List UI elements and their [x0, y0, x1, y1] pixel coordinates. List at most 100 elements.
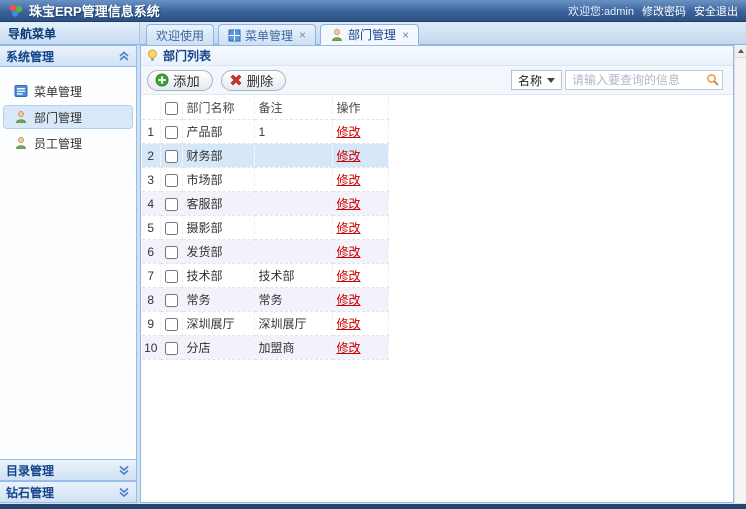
tab-welcome[interactable]: 欢迎使用 — [146, 24, 215, 45]
main-area: 部门列表 添加 删除 名称 请输入要查询的信息 部门名称 备注 操作 1 产品部… — [140, 45, 746, 503]
row-number: 6 — [142, 239, 161, 264]
modify-link[interactable]: 修改 — [337, 293, 361, 307]
sidebar-section-system-mgmt[interactable]: 系统管理 — [0, 45, 137, 67]
sidebar-items: 菜单管理 部门管理 员工管理 — [0, 67, 137, 459]
search-field-label: 名称 — [517, 73, 542, 88]
tab-label: 菜单管理 — [245, 28, 294, 43]
add-button-label: 添加 — [173, 73, 200, 89]
action-cell: 修改 — [332, 191, 389, 216]
modify-link[interactable]: 修改 — [337, 149, 361, 163]
dept-name-cell: 常务 — [182, 287, 255, 312]
sidebar-item-menu-mgmt[interactable]: 菜单管理 — [3, 79, 133, 103]
remark-cell — [254, 215, 333, 240]
tab-dept-mgmt[interactable]: 部门管理 × — [320, 24, 420, 45]
chevron-down-icon[interactable] — [118, 464, 130, 476]
add-button[interactable]: 添加 — [147, 69, 213, 91]
dept-name-cell: 摄影部 — [182, 215, 255, 240]
change-password-link[interactable]: 修改密码 — [642, 3, 686, 19]
table-row[interactable]: 4 客服部 修改 — [142, 191, 389, 216]
table-area: 部门名称 备注 操作 1 产品部 1 修改 2 财务部 修改 3 市场部 修改 4 客服部 修改 5 摄影部 修改 6… — [141, 95, 733, 502]
table-row[interactable]: 1 产品部 1 修改 — [142, 119, 389, 144]
header-col-0: 部门名称 — [182, 96, 255, 120]
body: 系统管理 菜单管理 部门管理 员工管理 目录管理 钻石管理 部门列表 添加 删除… — [0, 45, 746, 503]
row-checkbox[interactable] — [164, 341, 178, 355]
remark-cell: 1 — [254, 119, 333, 144]
close-icon[interactable]: × — [402, 29, 409, 41]
row-checkbox[interactable] — [164, 173, 178, 187]
search-area: 名称 — [510, 70, 727, 90]
table-row[interactable]: 5 摄影部 修改 — [142, 215, 389, 240]
row-checkbox-cell — [160, 191, 183, 216]
scroll-up-button[interactable] — [735, 45, 746, 58]
select-all-checkbox[interactable] — [164, 101, 178, 115]
remark-cell — [254, 167, 333, 192]
row-checkbox-cell — [160, 239, 183, 264]
sidebar-item-staff-mgmt[interactable]: 员工管理 — [3, 131, 133, 155]
dept-name-cell: 客服部 — [182, 191, 255, 216]
search-field-select[interactable]: 名称 — [510, 70, 562, 90]
chevron-up-icon[interactable] — [118, 50, 130, 62]
chevron-down-icon[interactable] — [118, 486, 130, 498]
modify-link[interactable]: 修改 — [337, 317, 361, 331]
table-row[interactable]: 10 分店 加盟商 修改 — [142, 335, 389, 360]
row-checkbox-cell — [160, 119, 183, 144]
table-row[interactable]: 7 技术部 技术部 修改 — [142, 263, 389, 288]
row-checkbox[interactable] — [164, 197, 178, 211]
row-checkbox[interactable] — [164, 149, 178, 163]
table-row[interactable]: 3 市场部 修改 — [142, 167, 389, 192]
modify-link[interactable]: 修改 — [337, 269, 361, 283]
table-row[interactable]: 2 财务部 修改 — [142, 143, 389, 168]
row-checkbox[interactable] — [164, 317, 178, 331]
dept-name-cell: 深圳展厅 — [182, 311, 255, 336]
row-checkbox[interactable] — [164, 293, 178, 307]
row-number: 2 — [142, 143, 161, 168]
modify-link[interactable]: 修改 — [337, 245, 361, 259]
add-icon — [155, 73, 169, 87]
modify-link[interactable]: 修改 — [337, 197, 361, 211]
triangle-up-icon — [737, 49, 744, 53]
panel-title: 部门列表 — [163, 49, 212, 63]
tab-menu-mgmt[interactable]: 菜单管理 × — [218, 24, 317, 45]
person-icon — [14, 110, 28, 124]
modify-link[interactable]: 修改 — [337, 221, 361, 235]
remark-cell: 技术部 — [254, 263, 333, 288]
logout-link[interactable]: 安全退出 — [694, 3, 738, 19]
row-checkbox[interactable] — [164, 125, 178, 139]
nav-menu-header: 导航菜单 — [0, 22, 140, 44]
row-checkbox-cell — [160, 143, 183, 168]
delete-button-label: 删除 — [246, 73, 274, 89]
row-checkbox-cell — [160, 287, 183, 312]
row-checkbox[interactable] — [164, 245, 178, 259]
sidebar-item-dept-mgmt[interactable]: 部门管理 — [3, 105, 133, 129]
search-icon[interactable] — [706, 73, 720, 87]
app-title: 珠宝ERP管理信息系统 — [29, 4, 160, 19]
row-checkbox[interactable] — [164, 221, 178, 235]
modify-link[interactable]: 修改 — [337, 125, 361, 139]
remark-cell — [254, 239, 333, 264]
delete-button[interactable]: 删除 — [220, 69, 287, 91]
row-checkbox[interactable] — [164, 269, 178, 283]
row-number: 4 — [142, 191, 161, 216]
modify-link[interactable]: 修改 — [337, 173, 361, 187]
action-cell: 修改 — [332, 119, 389, 144]
row-number: 1 — [142, 119, 161, 144]
table-row[interactable]: 6 发货部 修改 — [142, 239, 389, 264]
modify-link[interactable]: 修改 — [337, 341, 361, 355]
search-input[interactable] — [565, 70, 723, 90]
person-icon — [330, 28, 344, 42]
welcome-text: 欢迎您:admin — [567, 5, 634, 18]
titlebar: 珠宝ERP管理信息系统 欢迎您:admin 修改密码 安全退出 — [0, 0, 746, 22]
section-label: 钻石管理 — [6, 485, 55, 500]
table-row[interactable]: 8 常务 常务 修改 — [142, 287, 389, 312]
sidebar-section-diamond-mgmt[interactable]: 钻石管理 — [0, 481, 137, 503]
table-row[interactable]: 9 深圳展厅 深圳展厅 修改 — [142, 311, 389, 336]
action-cell: 修改 — [332, 143, 389, 168]
close-icon[interactable]: × — [299, 29, 306, 41]
titlebar-right: 欢迎您:admin 修改密码 安全退出 — [568, 3, 738, 19]
row-number: 3 — [142, 167, 161, 192]
vertical-scrollbar[interactable] — [734, 45, 746, 503]
tab-label: 部门管理 — [348, 28, 397, 42]
sidebar-section-catalog-mgmt[interactable]: 目录管理 — [0, 459, 137, 481]
action-cell: 修改 — [332, 287, 389, 312]
menu-icon — [14, 84, 28, 98]
